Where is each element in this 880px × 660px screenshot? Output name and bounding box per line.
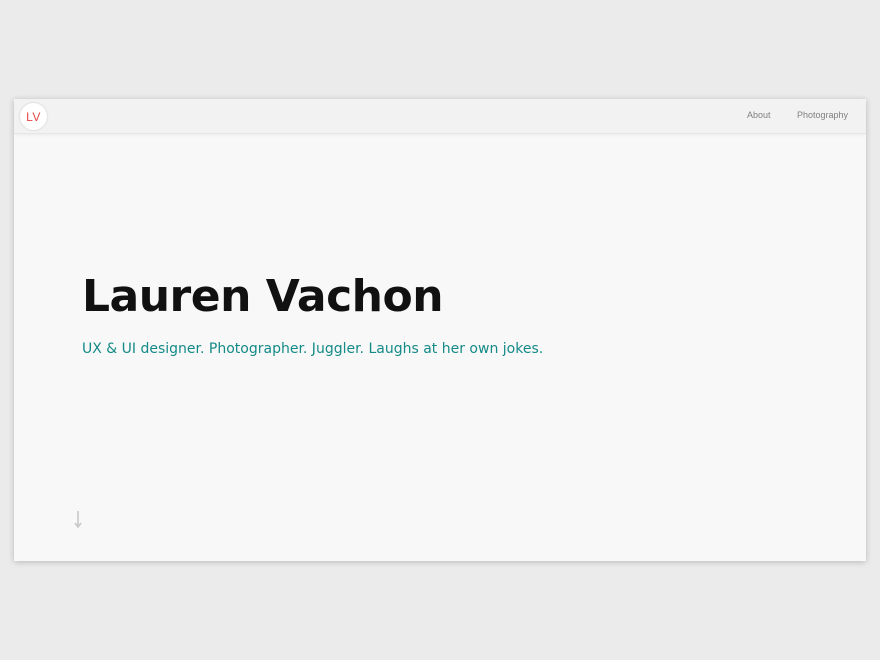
nav-link-about[interactable]: About: [747, 110, 771, 120]
top-navbar: LV About Photography: [14, 99, 866, 134]
site-logo[interactable]: LV: [20, 103, 47, 130]
arrow-down-icon[interactable]: [72, 510, 84, 530]
hero-title: Lauren Vachon: [82, 271, 444, 322]
nav-link-photography[interactable]: Photography: [797, 110, 848, 120]
browser-window: LV About Photography Lauren Vachon UX & …: [14, 99, 866, 561]
hero-subtitle: UX & UI designer. Photographer. Juggler.…: [82, 341, 544, 357]
